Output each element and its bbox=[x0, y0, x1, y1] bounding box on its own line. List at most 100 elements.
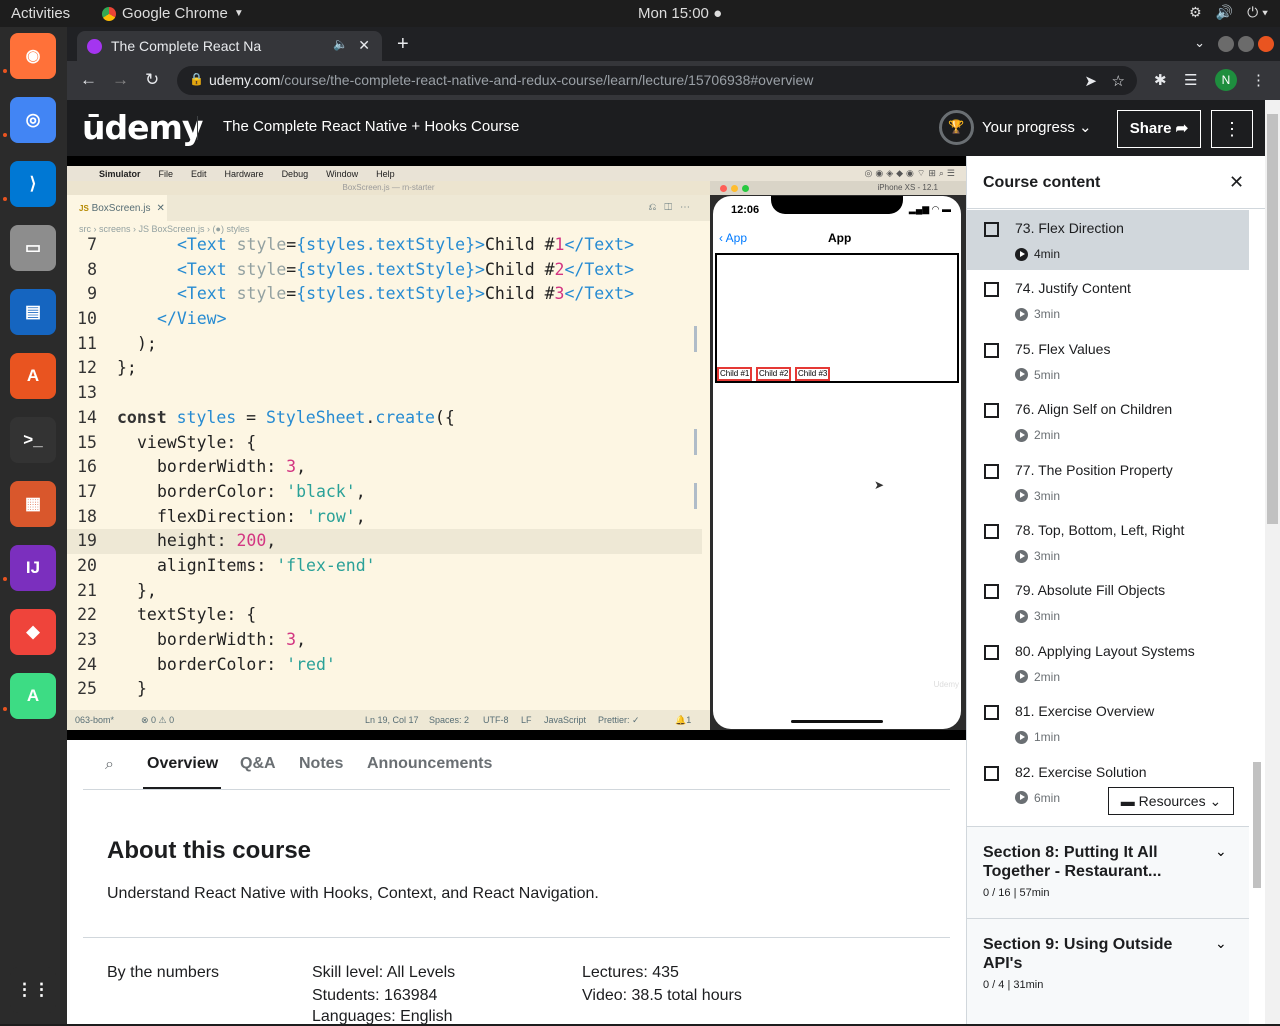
lecture-item[interactable]: 82. Exercise Solution 6min ▬ Resources ⌄ bbox=[967, 754, 1249, 815]
firefox-icon[interactable]: ◉ bbox=[10, 33, 56, 79]
course-header: ūdemy The Complete React Native + Hooks … bbox=[67, 100, 1265, 156]
udemy-logo[interactable]: ūdemy bbox=[82, 108, 203, 147]
chrome-menu-icon[interactable]: ⋮ bbox=[1251, 71, 1266, 89]
menubar-item: Edit bbox=[191, 168, 207, 179]
more-options-button[interactable]: ⋮ bbox=[1211, 110, 1253, 148]
section-item[interactable]: Section 8: Putting It All Together - Res… bbox=[967, 826, 1249, 918]
lecture-item[interactable]: 81. Exercise Overview 1min bbox=[967, 693, 1249, 753]
system-tray[interactable]: ⚙ 🔊 ⏻ ▾ bbox=[1189, 4, 1268, 21]
tab-audio-icon[interactable]: 🔈 bbox=[333, 37, 348, 51]
code-line: 21}, bbox=[67, 579, 702, 604]
code-line: 22 textStyle: { bbox=[67, 603, 702, 628]
vscode-icon[interactable]: ⟩ bbox=[10, 161, 56, 207]
code-line: 17 borderColor: 'black', bbox=[67, 480, 702, 505]
lecture-item[interactable]: 78. Top, Bottom, Left, Right 3min bbox=[967, 512, 1249, 572]
lecture-checkbox[interactable] bbox=[984, 463, 999, 479]
forward-icon[interactable]: → bbox=[112, 70, 129, 90]
address-bar[interactable]: 🔒 udemy.com/course/the-complete-react-na… bbox=[177, 66, 1137, 95]
back-icon[interactable]: ← bbox=[80, 70, 97, 90]
new-tab-button[interactable]: + bbox=[397, 33, 409, 56]
code-text: flexDirection: 'row', bbox=[157, 506, 366, 526]
lecture-duration: 6min bbox=[1034, 790, 1061, 805]
writer-icon[interactable]: ▤ bbox=[10, 289, 56, 335]
files-icon[interactable]: ▭ bbox=[10, 225, 56, 271]
profile-avatar[interactable]: N bbox=[1215, 69, 1237, 91]
url-host: udemy.com bbox=[209, 72, 281, 88]
play-icon bbox=[1015, 730, 1028, 744]
lecture-checkbox[interactable] bbox=[984, 403, 999, 419]
resources-button[interactable]: ▬ Resources ⌄ bbox=[1108, 786, 1234, 815]
line-number: 9 bbox=[87, 284, 97, 304]
clock[interactable]: Mon 15:00 ● bbox=[638, 5, 722, 22]
reload-icon[interactable]: ↻ bbox=[145, 70, 159, 90]
search-icon[interactable]: ⌕ bbox=[105, 756, 114, 774]
tab-close-icon[interactable]: ✕ bbox=[358, 37, 370, 54]
lecture-item[interactable]: 79. Absolute Fill Objects 3min bbox=[967, 572, 1249, 632]
lecture-checkbox[interactable] bbox=[984, 282, 999, 298]
tab-overview[interactable]: Overview bbox=[147, 755, 218, 773]
code-text: ); bbox=[137, 333, 157, 353]
lecture-duration: 5min bbox=[1034, 367, 1061, 382]
your-progress-button[interactable]: Your progress ⌄ bbox=[982, 118, 1092, 136]
lecture-checkbox[interactable] bbox=[984, 644, 999, 660]
lecture-item[interactable]: 76. Align Self on Children 2min bbox=[967, 391, 1249, 451]
reading-list-icon[interactable]: ☰ bbox=[1184, 71, 1197, 89]
trophy-icon[interactable]: 🏆 bbox=[939, 110, 974, 145]
anydesk-icon[interactable]: ◆ bbox=[10, 609, 56, 655]
section-item[interactable]: Section 9: Using Outside API's ⌄ 0 / 4 |… bbox=[967, 918, 1249, 1024]
sidebar-scrollbar[interactable] bbox=[1253, 216, 1261, 1024]
lecture-item[interactable]: 73. Flex Direction 4min bbox=[967, 210, 1249, 270]
lectures-count: Lectures: 435 bbox=[582, 964, 679, 981]
intellij-icon[interactable]: IJ bbox=[10, 545, 56, 591]
close-icon[interactable]: ✕ bbox=[1229, 172, 1244, 193]
tab-qa[interactable]: Q&A bbox=[240, 755, 276, 773]
lecture-checkbox[interactable] bbox=[984, 705, 999, 721]
lecture-item[interactable]: 80. Applying Layout Systems 2min bbox=[967, 633, 1249, 693]
lecture-meta: 4min bbox=[1015, 247, 1060, 261]
mac-status-icons: ◎◉◈◆◉⌔⊞⌕☰ bbox=[864, 168, 958, 178]
editor-window-title: BoxScreen.js — rn-starter bbox=[67, 181, 710, 195]
bookmark-star-icon[interactable]: ☆ bbox=[1112, 72, 1125, 90]
status-branch: 063-bom* bbox=[75, 715, 115, 725]
tab-notes[interactable]: Notes bbox=[299, 755, 343, 773]
menubar-item: Help bbox=[376, 168, 395, 179]
tab-announcements[interactable]: Announcements bbox=[367, 755, 492, 773]
lecture-checkbox[interactable] bbox=[984, 584, 999, 600]
archive-manager-icon[interactable]: ▦ bbox=[10, 481, 56, 527]
send-to-device-icon[interactable]: ➤ bbox=[1084, 72, 1097, 90]
lecture-meta: 6min bbox=[1015, 791, 1060, 805]
lock-icon[interactable]: 🔒 bbox=[189, 72, 204, 86]
lecture-checkbox[interactable] bbox=[984, 524, 999, 539]
browser-tab[interactable]: The Complete React Na 🔈 ✕ bbox=[77, 31, 382, 61]
video-player[interactable]: Simulator File Edit Hardware Debug Windo… bbox=[67, 156, 966, 740]
lecture-item[interactable]: 77. The Position Property 3min bbox=[967, 452, 1249, 512]
lecture-checkbox[interactable] bbox=[984, 222, 999, 237]
code-line: 20 alignItems: 'flex-end' bbox=[67, 554, 702, 579]
lecture-item[interactable]: 74. Justify Content 3min bbox=[967, 270, 1249, 330]
lecture-item[interactable]: 75. Flex Values 5min bbox=[967, 331, 1249, 391]
android-studio-icon[interactable]: A bbox=[10, 673, 56, 719]
scroll-thumb[interactable] bbox=[1267, 114, 1278, 524]
line-number: 7 bbox=[87, 235, 97, 254]
status-encoding: UTF-8 bbox=[483, 715, 509, 725]
close-window-icon[interactable] bbox=[1258, 36, 1274, 52]
share-button[interactable]: Share ➦ bbox=[1117, 110, 1201, 148]
page-scrollbar[interactable] bbox=[1265, 100, 1280, 1024]
course-overview-panel: ⌕ Overview Q&A Notes Announcements About… bbox=[67, 740, 966, 1025]
lecture-duration: 3min bbox=[1034, 307, 1061, 322]
chrome-icon[interactable]: ◎ bbox=[10, 97, 56, 143]
lecture-checkbox[interactable] bbox=[984, 342, 999, 358]
terminal-icon[interactable]: >_ bbox=[10, 417, 56, 463]
scroll-thumb[interactable] bbox=[1253, 762, 1261, 888]
minimize-icon[interactable] bbox=[1218, 36, 1234, 52]
course-title[interactable]: The Complete React Native + Hooks Course bbox=[223, 118, 519, 135]
extensions-icon[interactable]: ✱ bbox=[1154, 71, 1167, 89]
show-apps-icon[interactable]: ⋮⋮ bbox=[10, 967, 56, 1013]
activities-button[interactable]: Activities bbox=[11, 5, 70, 22]
app-menu[interactable]: Google Chrome ▼ bbox=[102, 5, 244, 22]
tab-search-icon[interactable]: ⌄ bbox=[1194, 35, 1205, 51]
maximize-icon[interactable] bbox=[1238, 36, 1254, 52]
software-center-icon[interactable]: A bbox=[10, 353, 56, 399]
lecture-checkbox[interactable] bbox=[984, 765, 999, 781]
running-indicator bbox=[3, 577, 7, 581]
